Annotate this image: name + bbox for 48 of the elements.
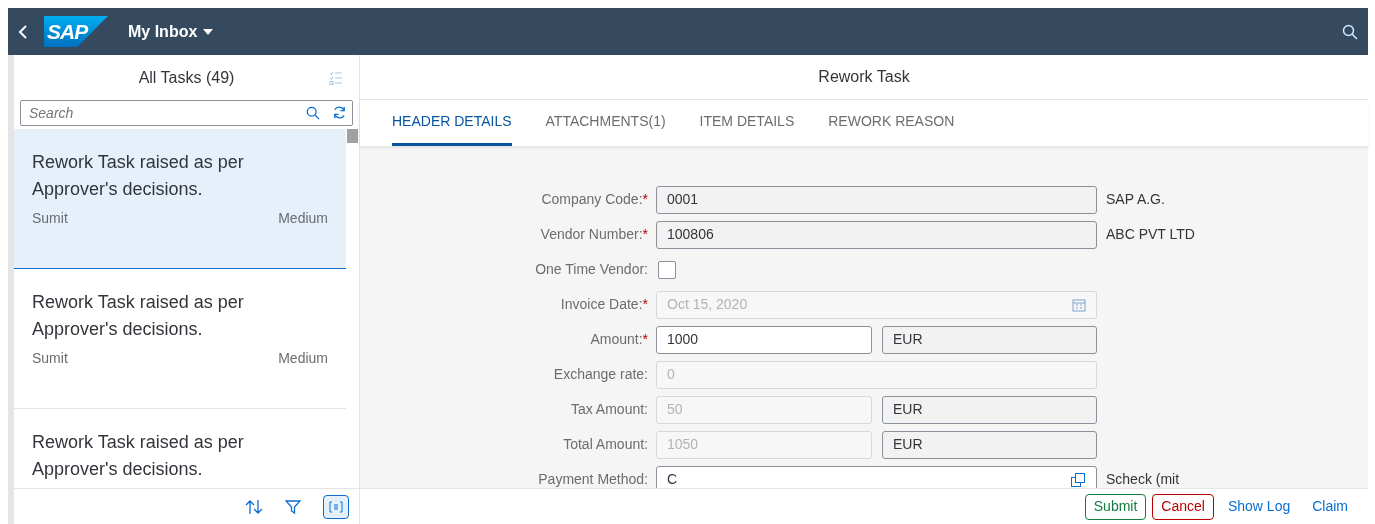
field-label: Amount:*	[590, 330, 648, 349]
tab[interactable]: ATTACHMENTS(1)	[545, 100, 666, 146]
field-label: Company Code:*	[541, 190, 648, 209]
search-icon[interactable]	[306, 105, 320, 120]
task-priority: Medium	[278, 349, 328, 368]
task-title: Rework Task raised as per Approver's decisions.	[32, 431, 245, 481]
input-field[interactable]: 100806	[656, 220, 1097, 249]
footer-button[interactable]: Cancel	[1152, 493, 1214, 520]
list-title: All Tasks (49)	[138, 67, 235, 88]
field-label: Exchange rate:	[553, 365, 648, 384]
field-description: SAP A.G.	[1106, 190, 1165, 209]
task-creator: Sumit	[32, 349, 68, 368]
list-view-button[interactable]	[323, 494, 349, 519]
app-title[interactable]: My Inbox	[128, 19, 198, 44]
filter-icon[interactable]	[285, 498, 301, 515]
calendar-icon	[1072, 297, 1086, 312]
value-help-icon[interactable]	[1070, 471, 1086, 488]
refresh-icon[interactable]	[332, 105, 347, 120]
search-field[interactable]: Search	[20, 100, 353, 126]
field-label: Vendor Number:*	[540, 225, 648, 244]
task-list-item[interactable]: Rework Task raised as per Approver's decisions. Sumit Medium	[14, 129, 346, 269]
footer-link[interactable]: Claim	[1304, 493, 1356, 520]
footer-button[interactable]: Submit	[1084, 493, 1147, 520]
field-label: Invoice Date:*	[560, 295, 648, 314]
field-label: Total Amount:	[563, 435, 648, 454]
field-description: Scheck (mit	[1106, 470, 1180, 488]
input-field[interactable]: 0001	[656, 185, 1097, 214]
field-label: Payment Method:	[538, 470, 648, 488]
task-creator: Sumit	[32, 209, 68, 228]
currency-field[interactable]: EUR	[882, 325, 1097, 354]
field-label: Tax Amount:	[570, 400, 648, 419]
input-field[interactable]: 1000	[656, 325, 872, 354]
logo: SAP	[44, 16, 108, 47]
task-title: Rework Task raised as per Approver's decisions.	[32, 151, 245, 201]
task-priority: Medium	[278, 209, 328, 228]
tab[interactable]: REWORK REASON	[828, 100, 955, 146]
checkbox[interactable]	[658, 260, 676, 279]
sort-icon[interactable]	[245, 498, 263, 515]
search-icon[interactable]	[1342, 23, 1358, 40]
input-field[interactable]: C	[656, 465, 1097, 488]
tab[interactable]: ITEM DETAILS	[699, 100, 795, 146]
detail-title: Rework Task	[818, 67, 910, 87]
field-description: ABC PVT LTD	[1106, 225, 1195, 244]
back-icon[interactable]	[18, 23, 28, 40]
task-title: Rework Task raised as per Approver's decisions.	[32, 291, 245, 341]
dropdown-caret-icon[interactable]	[203, 28, 214, 35]
field-label: One Time Vendor:	[535, 260, 648, 279]
footer-link[interactable]: Show Log	[1219, 493, 1299, 520]
